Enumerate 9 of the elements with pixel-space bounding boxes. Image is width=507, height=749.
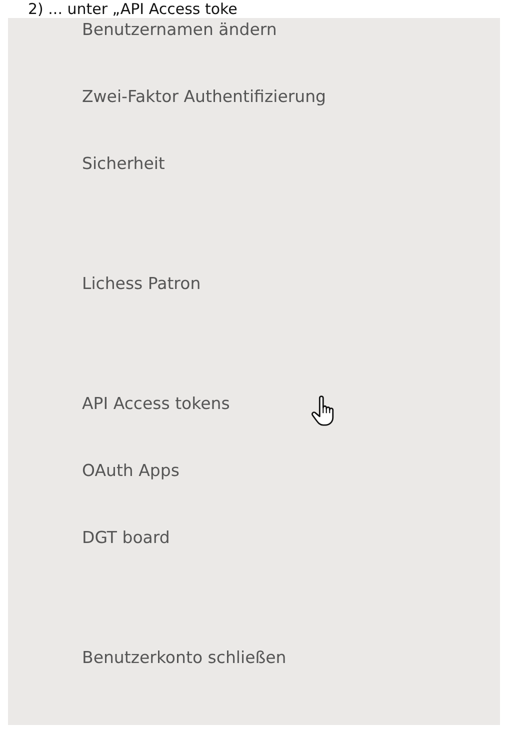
menu-link[interactable]: Benutzernamen ändern — [82, 18, 277, 42]
menu-link[interactable]: Sicherheit — [82, 152, 165, 176]
menu-link[interactable]: API Access tokens — [82, 392, 230, 416]
menu-link[interactable]: Lichess Patron — [82, 272, 201, 296]
caption-text: 2) ... unter „API Access toke — [27, 0, 238, 18]
menu-link[interactable]: Benutzerkonto schließen — [82, 646, 286, 670]
menu-link[interactable]: Zwei-Faktor Authentifizierung — [82, 85, 326, 109]
menu-link[interactable]: OAuth Apps — [82, 459, 180, 483]
menu-link[interactable]: DGT board — [82, 526, 170, 550]
